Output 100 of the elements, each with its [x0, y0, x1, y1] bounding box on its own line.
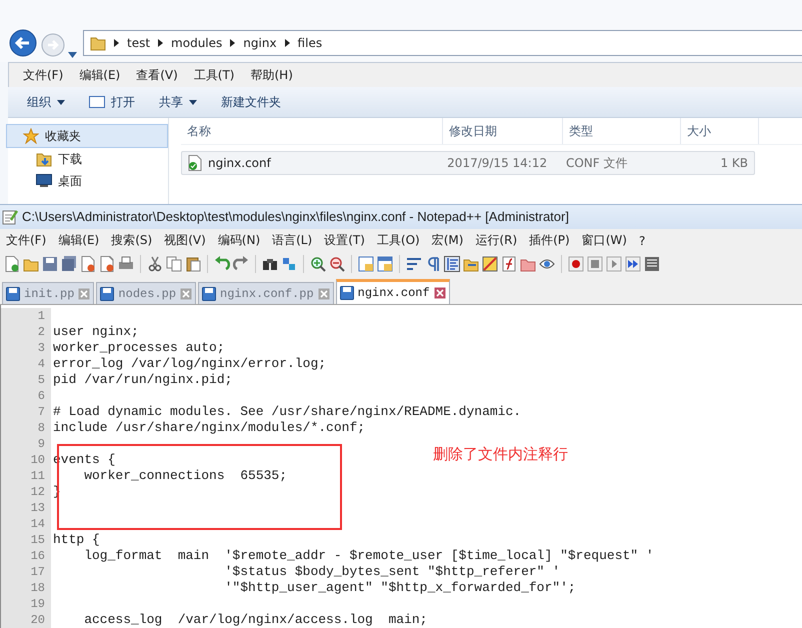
undo-icon[interactable] — [214, 256, 230, 272]
breadcrumb-item[interactable]: test — [127, 36, 150, 50]
pilcrow-icon[interactable] — [425, 256, 441, 272]
code-line: # Load dynamic modules. See /usr/share/nginx/README.dynamic. — [53, 404, 522, 420]
star-icon — [23, 128, 39, 144]
code-line: worker_processes auto; — [53, 340, 225, 356]
file-check-icon — [188, 155, 202, 171]
command-button[interactable]: 打开 — [80, 90, 144, 114]
close-icon[interactable] — [434, 287, 446, 300]
menu-item[interactable]: 编辑(E) — [79, 66, 120, 84]
save-all-icon[interactable] — [61, 256, 77, 272]
nav-item[interactable]: 桌面 — [8, 170, 168, 192]
line-number: 11 — [30, 468, 45, 484]
menu-item[interactable]: 工具(T) — [194, 66, 234, 84]
line-number: 1 — [36, 308, 45, 324]
menu-item[interactable]: 插件(P) — [529, 232, 570, 249]
close-icon[interactable] — [180, 288, 192, 300]
chevron-icon — [230, 39, 236, 47]
line-number: 15 — [30, 532, 45, 548]
zoom-in-icon[interactable] — [310, 256, 326, 272]
line-number: 18 — [30, 580, 45, 596]
file-tab[interactable]: nginx.conf — [336, 279, 450, 304]
record-icon[interactable] — [568, 256, 584, 272]
menu-item[interactable]: 文件(F) — [23, 66, 64, 84]
function-list-icon[interactable] — [501, 256, 517, 272]
nav-item[interactable]: 收藏夹 — [6, 124, 168, 148]
menu-item[interactable]: 编码(N) — [218, 232, 260, 249]
file-row[interactable]: nginx.conf 2017/9/15 14:12 CONF 文件 1 KB — [181, 151, 755, 175]
menu-item[interactable]: 语言(L) — [272, 232, 312, 249]
line-number: 17 — [30, 564, 45, 580]
menu-item[interactable]: 工具(O) — [376, 232, 420, 249]
code-line: http { — [53, 532, 100, 548]
menu-item[interactable]: 设置(T) — [324, 232, 365, 249]
window-title: C:\Users\Administrator\Desktop\test\modules\nginx\files\nginx.conf - Notepad++ [Administrator] — [22, 209, 569, 224]
menu-item[interactable]: 帮助(H) — [250, 66, 293, 84]
menu-item[interactable]: 视图(V) — [164, 232, 206, 249]
command-button[interactable]: 组织 — [18, 90, 74, 114]
line-number: 13 — [30, 500, 45, 516]
code-line: log_format main '$remote_addr - $remote_user [$time_local] "$request" ' — [83, 548, 654, 564]
copy-icon[interactable] — [166, 256, 182, 272]
line-number: 19 — [30, 596, 45, 612]
code-line: include /usr/share/nginx/modules/*.conf; — [53, 420, 366, 436]
stop-icon[interactable] — [587, 256, 603, 272]
file-size: 1 KB — [719, 156, 749, 170]
command-button[interactable]: 共享 — [150, 90, 206, 114]
close-icon[interactable] — [318, 288, 330, 300]
binoculars-icon[interactable] — [262, 256, 278, 272]
line-number: 2 — [36, 324, 45, 340]
folder-icon — [90, 35, 106, 51]
code-line: access_log /var/log/nginx/access.log main; — [83, 612, 428, 628]
column-header[interactable]: 修改日期 — [443, 118, 563, 144]
close-file-icon[interactable] — [80, 256, 96, 272]
word-wrap-icon[interactable] — [406, 256, 422, 272]
breadcrumb-item[interactable]: files — [298, 36, 322, 50]
column-header[interactable]: 名称 — [181, 118, 443, 144]
code-line: pid /var/run/nginx.pid; — [53, 372, 232, 388]
zoom-out-icon[interactable] — [329, 256, 345, 272]
window-icon — [89, 96, 105, 108]
command-button[interactable]: 新建文件夹 — [212, 90, 290, 114]
column-header[interactable]: 大小 — [681, 118, 759, 144]
menu-item[interactable]: 宏(M) — [432, 232, 464, 249]
monitor-icon — [36, 174, 52, 188]
nav-item[interactable]: 下载 — [8, 148, 168, 170]
breadcrumb-item[interactable]: modules — [171, 36, 222, 50]
save-icon[interactable] — [42, 256, 58, 272]
file-type: CONF 文件 — [564, 154, 628, 172]
menu-item[interactable]: 查看(V) — [136, 66, 178, 84]
line-number: 9 — [36, 436, 45, 452]
line-number: 12 — [30, 484, 45, 500]
line-number: 20 — [30, 612, 45, 628]
fast-forward-icon[interactable] — [625, 256, 641, 272]
line-number: 14 — [30, 516, 45, 532]
back-icon[interactable] — [8, 28, 38, 58]
breadcrumb-item[interactable]: nginx — [243, 36, 277, 50]
folder-icon — [36, 151, 52, 167]
line-number: 7 — [36, 404, 45, 420]
code-line: error_log /var/log/nginx/error.log; — [53, 356, 326, 372]
new-file-icon[interactable] — [4, 256, 20, 272]
menu-item[interactable]: 窗口(W) — [582, 232, 627, 249]
close-all-icon[interactable] — [99, 256, 115, 272]
menu-item[interactable]: 运行(R) — [475, 232, 518, 249]
code-line: '$status $body_bytes_sent "$http_referer" ' — [224, 564, 560, 580]
menu-item[interactable]: 搜索(S) — [111, 232, 152, 249]
dropdown-arrow-icon[interactable] — [68, 52, 77, 58]
paste-icon[interactable] — [185, 256, 201, 272]
redo-icon[interactable] — [233, 256, 249, 272]
column-header[interactable]: 类型 — [563, 118, 681, 144]
notepad-icon — [2, 208, 18, 225]
line-number: 16 — [30, 548, 45, 564]
line-number: 6 — [36, 388, 45, 404]
line-number: 5 — [36, 372, 45, 388]
play-icon[interactable] — [606, 256, 622, 272]
chevron-icon — [114, 39, 119, 47]
address-bar[interactable]: test modules nginx files — [83, 30, 802, 56]
scissors-icon[interactable] — [147, 256, 163, 272]
menu-item[interactable]: 文件(F) — [6, 232, 46, 249]
menu-item[interactable]: ? — [638, 234, 646, 248]
indent-guide-icon[interactable] — [444, 256, 460, 272]
menu-item[interactable]: 编辑(E) — [58, 232, 100, 249]
close-icon[interactable] — [78, 288, 90, 300]
